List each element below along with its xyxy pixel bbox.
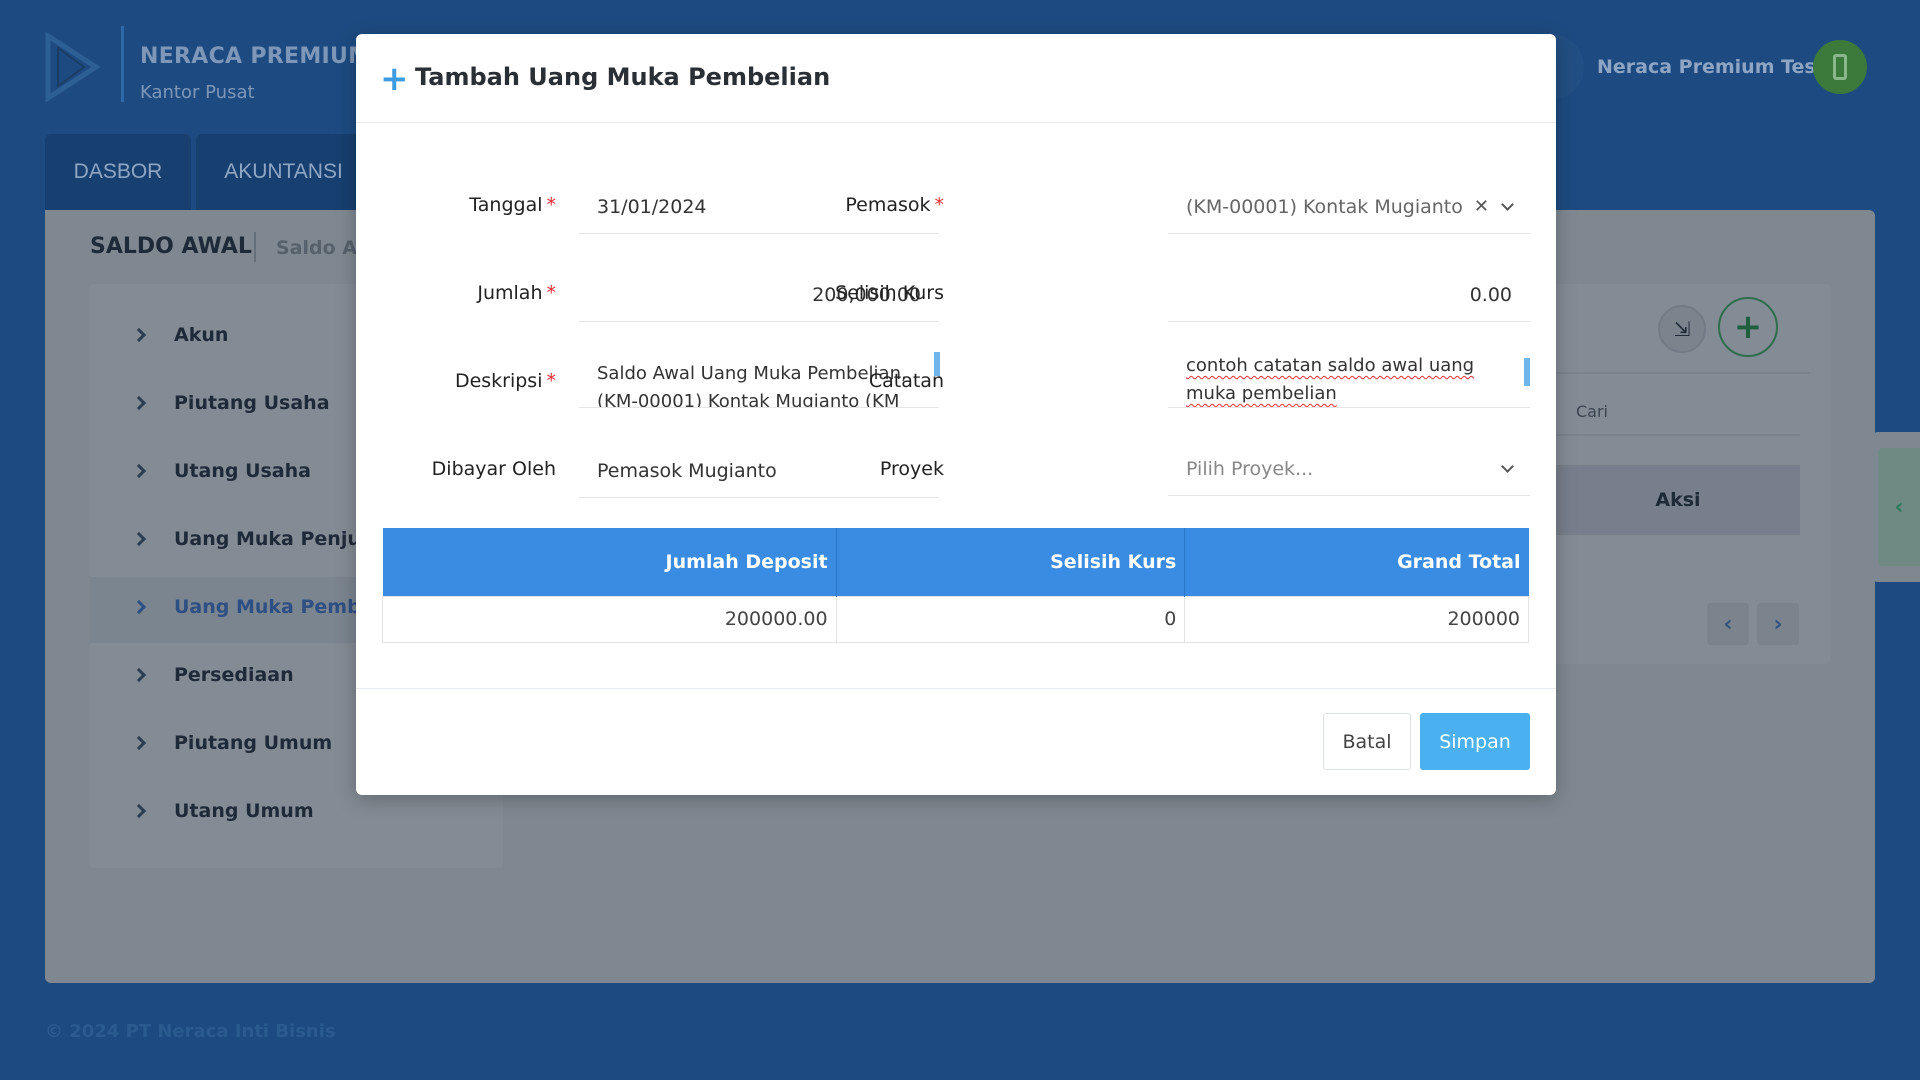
chevron-right-icon — [131, 327, 147, 343]
chevron-right-icon — [131, 803, 147, 819]
sidebar-item-label: Piutang Umum — [174, 732, 333, 754]
pemasok-select[interactable]: (KM-00001) Kontak Mugianto ✕ — [1168, 180, 1530, 234]
sidebar-item-akun[interactable]: Akun — [131, 324, 229, 346]
app-logo-icon — [45, 32, 100, 102]
sidebar-item-label: Utang Usaha — [174, 460, 311, 482]
sidebar-item-uang-muka-penjualan[interactable]: Uang Muka Penjuala — [131, 528, 393, 550]
footer-copyright: © 2024 PT Neraca Inti Bisnis — [45, 1021, 336, 1042]
catatan-text: contoh catatan saldo awal uang muka pemb… — [1186, 355, 1475, 404]
add-button[interactable]: + — [1718, 297, 1778, 357]
catatan-textarea[interactable]: contoh catatan saldo awal uang muka pemb… — [1168, 352, 1530, 408]
pemasok-label: Pemasok * — [845, 194, 944, 216]
column-header-jumlah-deposit: Jumlah Deposit — [382, 528, 837, 596]
tab-akuntansi[interactable]: AKUNTANSI — [196, 134, 371, 210]
user-name[interactable]: Neraca Premium Test — [1597, 56, 1825, 78]
sidebar-item-label: Persediaan — [174, 664, 294, 686]
modal-title: Tambah Uang Muka Pembelian — [415, 63, 831, 91]
sidebar-item-label: Akun — [174, 324, 229, 346]
chevron-right-icon — [131, 395, 147, 411]
chevron-left-icon: ‹ — [1723, 611, 1733, 637]
sidebar-item-piutang-umum[interactable]: Piutang Umum — [131, 732, 333, 754]
tanggal-label: Tanggal * — [469, 194, 556, 216]
page-title: SALDO AWAL — [90, 234, 252, 259]
plus-icon: + — [1733, 307, 1763, 347]
chevron-right-icon: › — [1773, 611, 1783, 637]
prev-page-button[interactable]: ‹ — [1707, 603, 1749, 645]
modal-header: + Tambah Uang Muka Pembelian — [356, 34, 1556, 123]
brand-name: NERACA PREMIUM — [140, 44, 371, 69]
drawer-toggle-button[interactable]: ‹ — [1878, 448, 1920, 566]
column-header-grand-total: Grand Total — [1184, 528, 1529, 596]
chevron-left-icon: ‹ — [1894, 494, 1904, 520]
sidebar-item-uang-muka-pembelian[interactable]: Uang Muka Pembeli — [131, 596, 387, 618]
sidebar-item-piutang-usaha[interactable]: Piutang Usaha — [131, 392, 330, 414]
proyek-select[interactable]: Pilih Proyek... — [1168, 442, 1530, 496]
save-button[interactable]: Simpan — [1420, 713, 1530, 770]
jumlah-label: Jumlah * — [477, 282, 556, 304]
sidebar-item-label: Utang Umum — [174, 800, 314, 822]
cell-jumlah-deposit: 200000.00 — [382, 595, 837, 643]
chevron-right-icon — [131, 599, 147, 615]
branch-name: Kantor Pusat — [140, 82, 255, 103]
catatan-scrollbar[interactable] — [1524, 358, 1530, 386]
user-avatar[interactable] — [1813, 40, 1867, 94]
chevron-right-icon — [131, 463, 147, 479]
main-tabs: DASBOR AKUNTANSI — [45, 134, 376, 210]
chevron-right-icon — [131, 531, 147, 547]
import-icon: ⇲ — [1673, 317, 1691, 341]
cell-grand-total: 200000 — [1184, 595, 1529, 643]
sidebar-item-label: Uang Muka Pembeli — [174, 596, 387, 618]
chevron-down-icon[interactable] — [1501, 459, 1514, 473]
plus-icon: + — [380, 59, 409, 99]
next-page-button[interactable]: › — [1757, 603, 1799, 645]
phone-icon — [1833, 54, 1847, 80]
chevron-right-icon — [131, 735, 147, 751]
add-purchase-downpayment-modal: + Tambah Uang Muka Pembelian Tanggal * 31… — [356, 34, 1556, 795]
column-header-aksi: Aksi — [1556, 465, 1800, 535]
search-underline — [1556, 434, 1800, 436]
cell-selisih-kurs: 0 — [835, 595, 1186, 643]
catatan-label: Catatan — [868, 370, 944, 392]
sidebar-item-persediaan[interactable]: Persediaan — [131, 664, 294, 686]
pemasok-selected-value: (KM-00001) Kontak Mugianto — [1186, 195, 1463, 218]
tab-dasbor[interactable]: DASBOR — [45, 134, 191, 210]
selisih-kurs-input[interactable]: 0.00 — [1168, 268, 1530, 322]
deskripsi-label: Deskripsi * — [454, 370, 556, 392]
sidebar-item-utang-umum[interactable]: Utang Umum — [131, 800, 314, 822]
logo-divider — [121, 26, 124, 102]
cancel-button[interactable]: Batal — [1323, 713, 1411, 770]
chevron-right-icon — [131, 667, 147, 683]
title-divider — [254, 232, 256, 262]
selisih-kurs-label: Selisih Kurs — [835, 282, 944, 304]
table-row: 200000.00 0 200000 — [382, 595, 1529, 643]
clear-icon[interactable]: ✕ — [1474, 196, 1489, 217]
summary-table: Jumlah Deposit Selisih Kurs Grand Total … — [382, 528, 1529, 643]
divider — [1556, 372, 1810, 374]
table-header-row: Jumlah Deposit Selisih Kurs Grand Total — [382, 528, 1529, 596]
import-button[interactable]: ⇲ — [1658, 305, 1706, 353]
chevron-down-icon[interactable] — [1501, 197, 1514, 211]
column-header-selisih-kurs: Selisih Kurs — [836, 528, 1186, 596]
sidebar-item-utang-usaha[interactable]: Utang Usaha — [131, 460, 311, 482]
modal-footer-divider — [356, 688, 1556, 689]
sidebar-item-label: Piutang Usaha — [174, 392, 330, 414]
proyek-label: Proyek — [879, 458, 944, 480]
dibayar-oleh-label: Dibayar Oleh — [431, 458, 556, 480]
search-input[interactable]: Cari — [1576, 402, 1608, 421]
proyek-placeholder: Pilih Proyek... — [1186, 457, 1314, 480]
